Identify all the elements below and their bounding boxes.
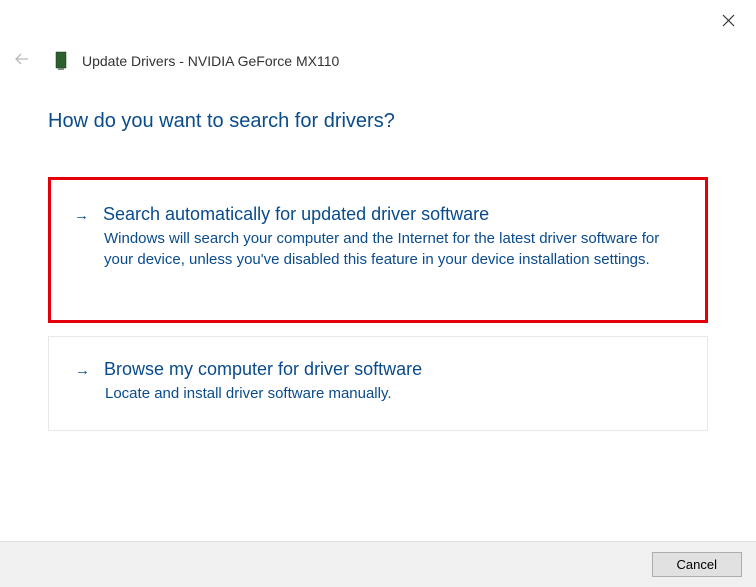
close-icon: [722, 14, 735, 27]
option-browse-computer[interactable]: → Browse my computer for driver software…: [48, 336, 708, 431]
footer: Cancel: [0, 541, 756, 587]
back-button[interactable]: [10, 48, 34, 74]
option-description: Windows will search your computer and th…: [74, 228, 682, 270]
option-search-automatically[interactable]: → Search automatically for updated drive…: [48, 177, 708, 323]
cancel-button[interactable]: Cancel: [652, 552, 742, 577]
close-button[interactable]: [716, 8, 740, 32]
options-list: → Search automatically for updated drive…: [0, 133, 756, 431]
back-arrow-icon: [14, 53, 30, 65]
header: Update Drivers - NVIDIA GeForce MX110: [0, 0, 756, 74]
option-description: Locate and install driver software manua…: [75, 383, 681, 404]
arrow-right-icon: →: [75, 362, 90, 379]
page-heading: How do you want to search for drivers?: [0, 74, 756, 133]
device-icon: [54, 51, 68, 71]
option-title: Browse my computer for driver software: [104, 359, 422, 380]
window-title: Update Drivers - NVIDIA GeForce MX110: [82, 53, 339, 69]
option-title-row: → Search automatically for updated drive…: [74, 204, 682, 225]
option-title-row: → Browse my computer for driver software: [75, 359, 681, 380]
arrow-right-icon: →: [74, 207, 89, 224]
option-title: Search automatically for updated driver …: [103, 204, 489, 225]
